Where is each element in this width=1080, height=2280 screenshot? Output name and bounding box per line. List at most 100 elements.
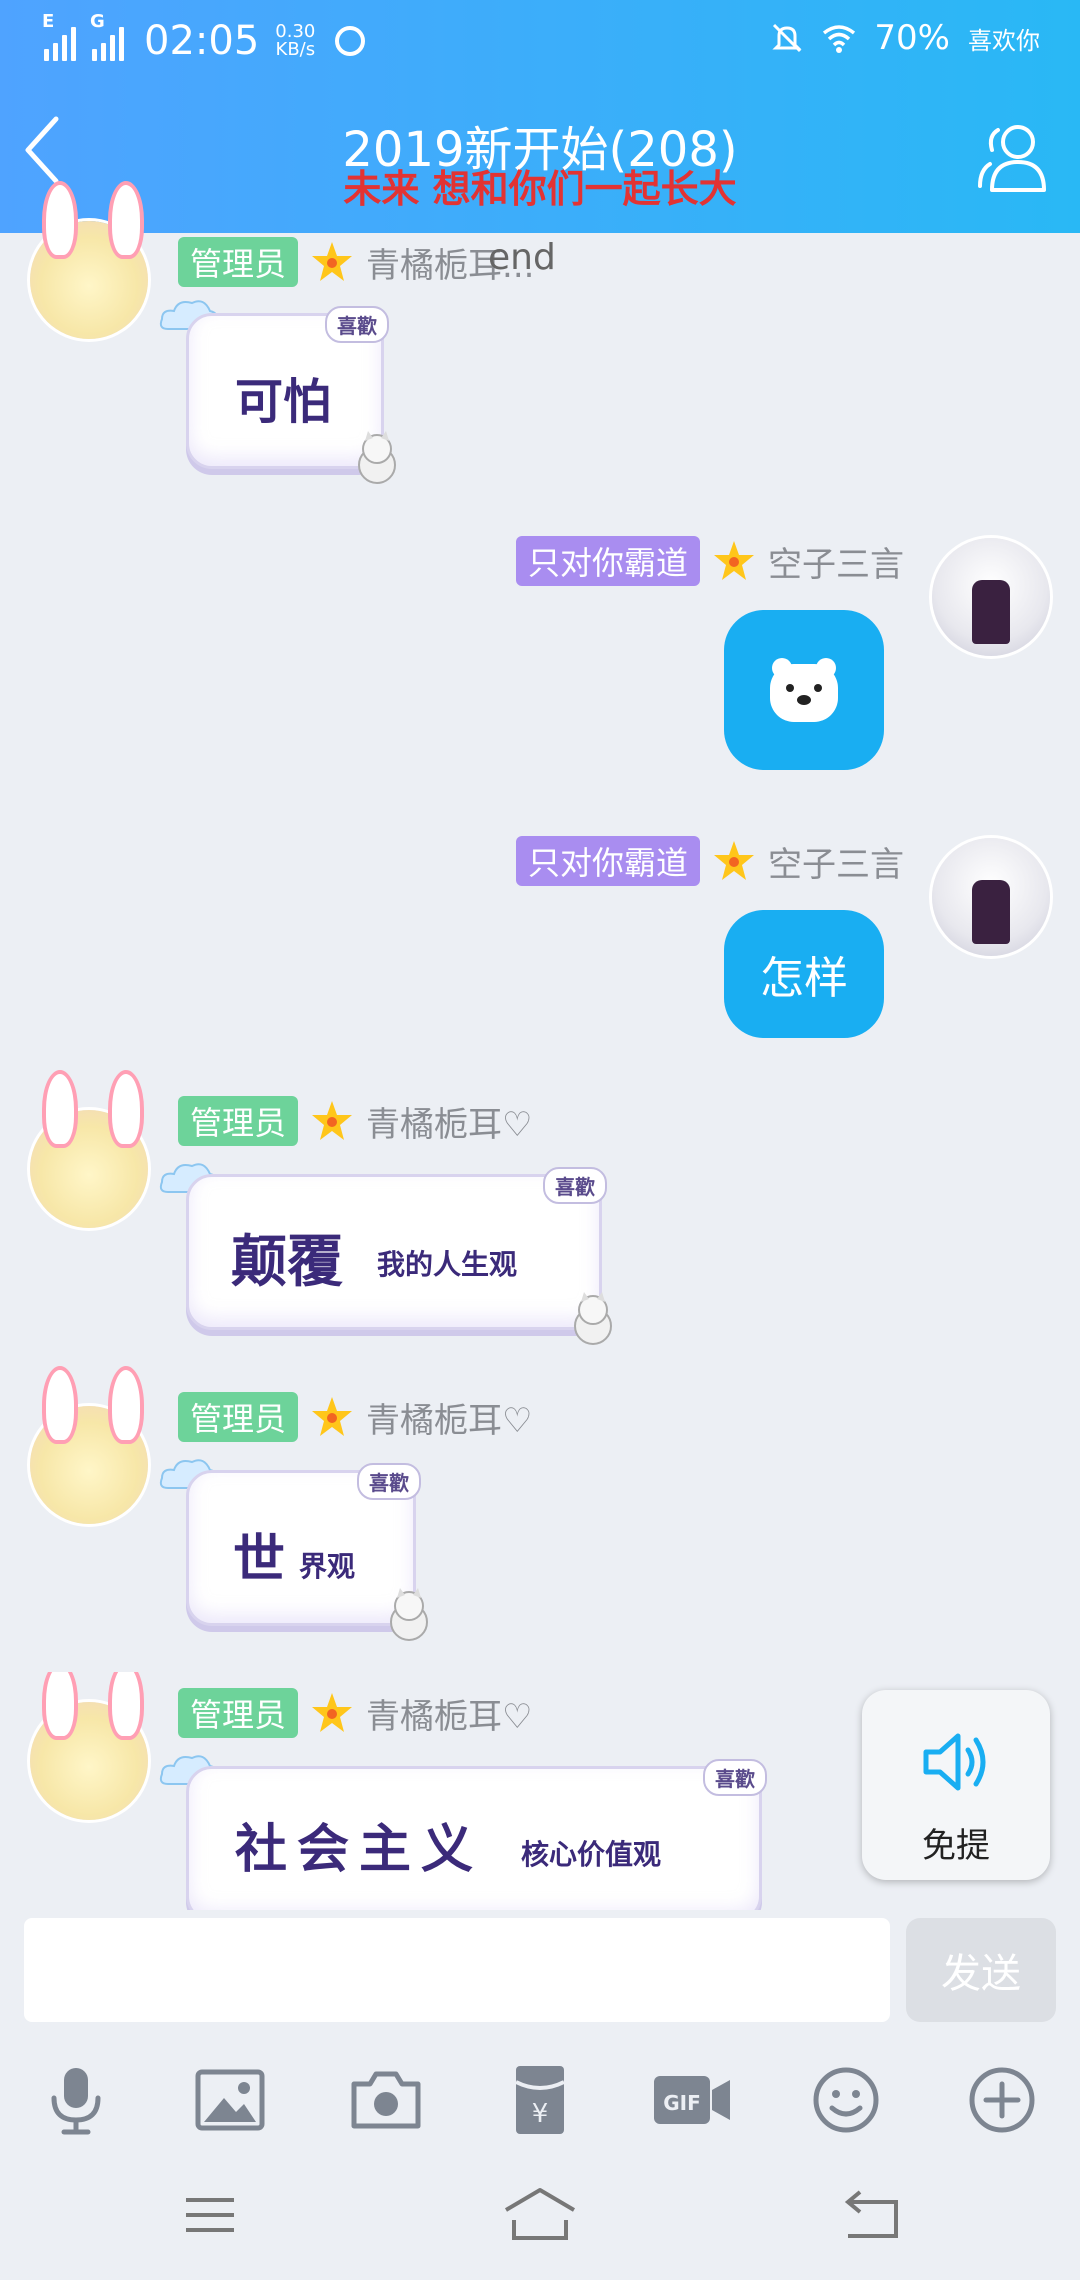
sticker[interactable]: 喜歡 颠覆 我的人生观: [186, 1167, 607, 1330]
system-nav-bar: [0, 2180, 1080, 2270]
members-button[interactable]: [972, 118, 1052, 198]
gif-icon[interactable]: GIF: [652, 2060, 732, 2140]
chat-header: E G 02:05 0.30 KB/s 70% 喜欢你 2019新开始(208)…: [0, 0, 1080, 233]
avatar[interactable]: [30, 1070, 148, 1228]
emoji-icon[interactable]: [806, 2060, 886, 2140]
clock: 02:05: [144, 18, 260, 64]
handsfree-label: 免提: [922, 1826, 990, 1866]
status-left: E G 02:05 0.30 KB/s: [42, 11, 366, 64]
signal-1: E: [42, 11, 76, 61]
star-icon: [312, 1397, 353, 1436]
sticker-text: 世: [233, 1529, 286, 1590]
sender-name[interactable]: 青橘栀耳♡: [366, 1689, 532, 1738]
message-left: 管理员 青橘栀耳♡ 喜歡 颠覆 我的人生观: [0, 1070, 1080, 1360]
wifi-icon: [823, 25, 856, 53]
message-right: 只对你霸道 空子三言 怎样: [0, 836, 1080, 1038]
sticker-text: 颠覆: [231, 1229, 343, 1295]
message-left: 管理员 青橘栀耳... end 喜歡 可怕: [0, 181, 1080, 493]
status-right: 70% 喜欢你: [770, 18, 1040, 58]
image-icon[interactable]: [190, 2060, 270, 2140]
menu-icon[interactable]: [170, 2180, 250, 2250]
bunny-ear: [108, 1070, 144, 1148]
message-meta: 管理员 青橘栀耳♡: [178, 1688, 533, 1738]
mic-icon[interactable]: [36, 2060, 116, 2140]
sticker-text: 社会主义: [235, 1819, 484, 1880]
back-icon[interactable]: [830, 2180, 910, 2250]
network-type-1: E: [42, 11, 55, 32]
net-speed: 0.30 KB/s: [275, 23, 315, 59]
star-icon: [714, 541, 754, 580]
speaker-icon: [923, 1733, 986, 1791]
plus-icon[interactable]: [962, 2060, 1042, 2140]
sticker-subtext: 我的人生观: [377, 1248, 518, 1281]
sender-name[interactable]: 青橘栀耳♡: [366, 1097, 532, 1146]
message-meta: 只对你霸道 空子三言: [515, 536, 904, 586]
message-input[interactable]: [24, 1918, 890, 2022]
message-left: 管理员 青橘栀耳♡ 喜歡 世 界观: [0, 1366, 1080, 1656]
star-icon: [714, 841, 754, 880]
role-badge: 管理员: [178, 1096, 299, 1146]
home-icon[interactable]: [500, 2180, 580, 2250]
like-tag: 喜歡: [357, 1463, 421, 1500]
handsfree-button[interactable]: 免提: [862, 1690, 1050, 1880]
camera-icon[interactable]: [346, 2060, 426, 2140]
star-icon: [312, 242, 353, 281]
like-tag: 喜歡: [325, 306, 389, 343]
svg-text:GIF: GIF: [663, 2091, 701, 2115]
bunny-ear: [42, 181, 78, 259]
chat-toolbar: ¥ GIF: [0, 2060, 1080, 2140]
avatar[interactable]: [932, 838, 1050, 956]
network-type-2: G: [90, 11, 105, 32]
message-bubble[interactable]: [724, 610, 884, 770]
bear-emoji-icon: [770, 658, 838, 722]
message-meta: 管理员 青橘栀耳♡: [178, 1392, 533, 1442]
red-packet-icon[interactable]: ¥: [500, 2060, 580, 2140]
star-icon: [312, 1693, 353, 1732]
message-bubble[interactable]: 怎样: [724, 910, 884, 1038]
sticker-subtext: 核心价值观: [521, 1838, 662, 1871]
sender-name[interactable]: 空子三言: [768, 537, 904, 586]
bunny-ear: [42, 1070, 78, 1148]
like-tag: 喜歡: [543, 1167, 607, 1204]
role-badge: 管理员: [178, 1392, 299, 1442]
input-area: 发送 ¥ GIF: [0, 1910, 1080, 2280]
cat-icon: [574, 1292, 612, 1345]
sticker-text: 可怕: [235, 374, 332, 430]
sticker-subtext: 界观: [299, 1550, 356, 1583]
bunny-ear: [108, 181, 144, 259]
message-meta: 只对你霸道 空子三言: [515, 836, 904, 886]
like-tag: 喜歡: [703, 1759, 767, 1796]
avatar[interactable]: [30, 1672, 148, 1820]
message-text: 怎样: [760, 953, 848, 1004]
role-badge: 只对你霸道: [515, 836, 700, 886]
mute-bell-icon: [772, 23, 803, 53]
weibo-icon: [335, 26, 366, 56]
avatar[interactable]: [932, 538, 1050, 656]
message-right: 只对你霸道 空子三言: [0, 536, 1080, 776]
signal-2: G: [90, 11, 124, 61]
star-icon: [312, 1101, 353, 1140]
sender-name[interactable]: 青橘栀耳♡: [366, 1393, 532, 1442]
bunny-ear: [108, 1672, 144, 1740]
avatar[interactable]: [30, 181, 148, 339]
role-badge: 只对你霸道: [515, 536, 700, 586]
sticker[interactable]: 喜歡 社会主义 核心价值观: [186, 1759, 767, 1910]
battery-percent: 70%: [874, 18, 950, 58]
cat-icon: [390, 1588, 428, 1641]
avatar[interactable]: [30, 1366, 148, 1524]
svg-text:¥: ¥: [532, 2099, 549, 2129]
bunny-ear: [42, 1366, 78, 1444]
overlay-text: end: [488, 237, 556, 278]
role-badge: 管理员: [178, 1688, 299, 1738]
net-speed-unit: KB/s: [275, 39, 316, 60]
sender-name[interactable]: 空子三言: [768, 837, 904, 886]
status-bar: E G 02:05 0.30 KB/s 70% 喜欢你: [0, 0, 1080, 82]
send-button[interactable]: 发送: [906, 1918, 1056, 2022]
bunny-ear: [42, 1672, 78, 1740]
role-badge: 管理员: [178, 237, 299, 287]
message-meta: 管理员 青橘栀耳...: [178, 237, 534, 287]
sticker[interactable]: 喜歡 世 界观: [186, 1463, 421, 1626]
message-meta: 管理员 青橘栀耳♡: [178, 1096, 533, 1146]
bunny-ear: [108, 1366, 144, 1444]
status-slogan: 喜欢你: [968, 26, 1040, 55]
